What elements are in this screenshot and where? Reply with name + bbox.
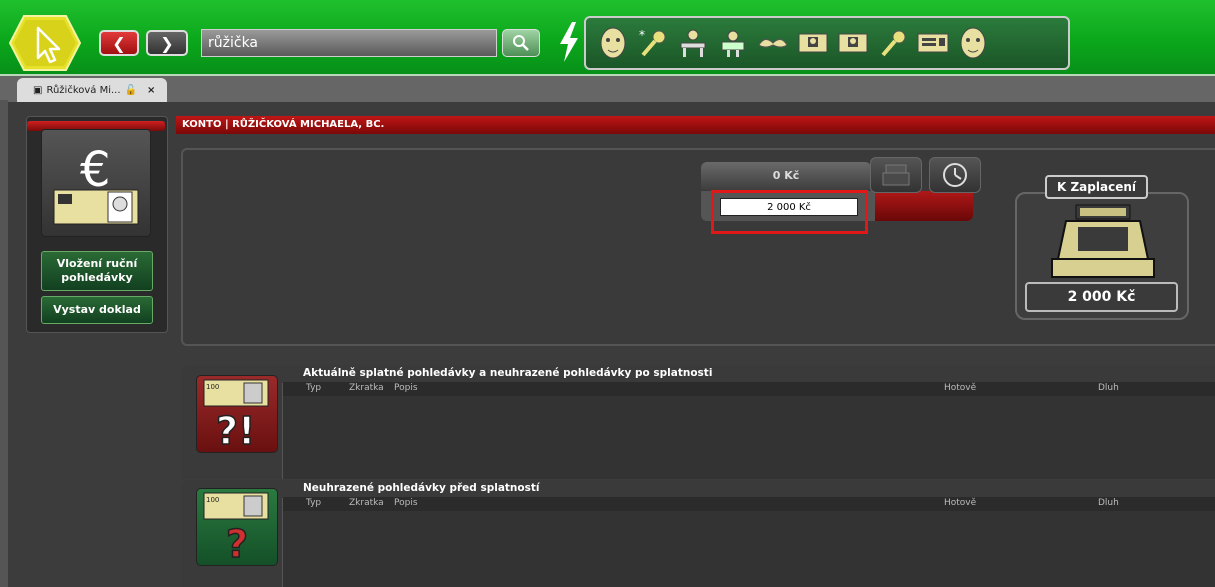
- not-due-heading: Neuhrazené pohledávky před splatností: [303, 482, 540, 494]
- question-text: ?: [226, 522, 248, 561]
- col-dluh: Dluh: [1098, 498, 1119, 508]
- euro-icon: €: [53, 142, 139, 225]
- person-face-icon: [600, 27, 626, 59]
- mustache-icon: [758, 39, 788, 48]
- tab-bar: ▣ Růžičková Mi... 🔓 ×: [0, 74, 1215, 102]
- balance-display: 0 Kč: [701, 162, 871, 190]
- search-icon: [513, 35, 529, 51]
- cash-register: [1028, 200, 1178, 280]
- history-button[interactable]: [929, 157, 981, 193]
- printer-icon: [882, 164, 910, 186]
- close-icon[interactable]: ×: [147, 85, 155, 96]
- banknote-value: 100: [206, 496, 219, 504]
- lightning-icon: [560, 22, 578, 62]
- quick-toolbar: *: [584, 16, 1070, 70]
- client-face-button[interactable]: [596, 26, 630, 60]
- not-due-section: Neuhrazené pohledávky před splatností Ty…: [181, 480, 1215, 587]
- question-exclaim-text: ?!: [216, 409, 255, 448]
- banknote-value: 100: [206, 383, 219, 391]
- overdue-heading: Aktuálně splatné pohledávky a neuhrazené…: [303, 367, 713, 379]
- account-icon: €: [41, 129, 151, 237]
- bed-person-icon: [721, 30, 745, 57]
- id-card-button-2[interactable]: [836, 26, 870, 60]
- clock-icon: [943, 163, 967, 187]
- not-due-table: [282, 498, 1215, 587]
- col-dluh: Dluh: [1098, 383, 1119, 393]
- id-card-icon: ▣: [33, 84, 43, 96]
- key-button[interactable]: [876, 26, 910, 60]
- forward-arrow-icon: ❯: [160, 33, 174, 53]
- svg-text:*: *: [639, 28, 645, 42]
- to-pay-label: K Zaplacení: [1045, 175, 1148, 199]
- search-button[interactable]: [502, 29, 540, 57]
- col-zkratka: Zkratka: [349, 383, 384, 393]
- print-button[interactable]: [870, 157, 922, 193]
- forward-button[interactable]: ❯: [146, 30, 188, 56]
- col-popis: Popis: [394, 383, 418, 393]
- search-input[interactable]: [201, 29, 497, 57]
- cash-register-icon: [1051, 204, 1155, 278]
- back-button[interactable]: ❮: [99, 30, 139, 56]
- client-face-button-2[interactable]: [956, 26, 990, 60]
- id-card-icon: [838, 33, 868, 53]
- col-typ: Typ: [306, 383, 322, 393]
- banknote-question-icon: 100 ?!: [203, 379, 269, 448]
- desk-person-button[interactable]: [676, 26, 710, 60]
- person-face-icon: [960, 27, 986, 59]
- insert-manual-claim-button[interactable]: Vložení ruční pohledávky: [41, 251, 153, 291]
- desk-person-icon: [680, 29, 706, 57]
- key-star-icon: *: [639, 28, 666, 57]
- bed-person-button[interactable]: [716, 26, 750, 60]
- highlight-box: [711, 190, 868, 234]
- not-due-columns: Typ Zkratka Popis Hotově Dluh: [283, 497, 1215, 511]
- page-title: KONTO | RŮŽIČKOVÁ MICHAELA, BC.: [176, 116, 1215, 134]
- overdue-section: Aktuálně splatné pohledávky a neuhrazené…: [181, 365, 1215, 479]
- key-star-button[interactable]: *: [636, 26, 670, 60]
- lock-icon: 🔓: [124, 84, 137, 96]
- col-popis: Popis: [394, 498, 418, 508]
- card-reader-icon: [917, 33, 949, 53]
- to-pay-total: 2 000 Kč: [1025, 282, 1178, 312]
- overdue-icon: 100 ?!: [196, 375, 278, 453]
- col-typ: Typ: [306, 498, 322, 508]
- tab-client[interactable]: ▣ Růžičková Mi... 🔓 ×: [17, 78, 167, 102]
- left-scrollbar[interactable]: [0, 100, 8, 587]
- col-hotove: Hotově: [944, 383, 977, 393]
- left-panel: € Vložení ruční pohledávky Vystav doklad: [26, 116, 168, 333]
- home-button[interactable]: [8, 14, 82, 72]
- tab-label: Růžičková Mi...: [46, 84, 121, 96]
- id-card-icon: [798, 33, 828, 53]
- card-reader-button[interactable]: [916, 26, 950, 60]
- back-arrow-icon: ❮: [112, 33, 126, 53]
- overdue-table: [282, 383, 1215, 479]
- col-zkratka: Zkratka: [349, 498, 384, 508]
- amount-red-area: [875, 191, 973, 221]
- banknote-question-icon: 100 ?: [203, 492, 269, 561]
- id-card-button-1[interactable]: [796, 26, 830, 60]
- mustache-button[interactable]: [756, 26, 790, 60]
- issue-document-button[interactable]: Vystav doklad: [41, 296, 153, 324]
- not-due-icon: 100 ?: [196, 488, 278, 566]
- overdue-columns: Typ Zkratka Popis Hotově Dluh: [283, 382, 1215, 396]
- key-icon: [881, 30, 906, 57]
- top-bar: ❮ ❯ *: [0, 0, 1215, 74]
- col-hotove: Hotově: [944, 498, 977, 508]
